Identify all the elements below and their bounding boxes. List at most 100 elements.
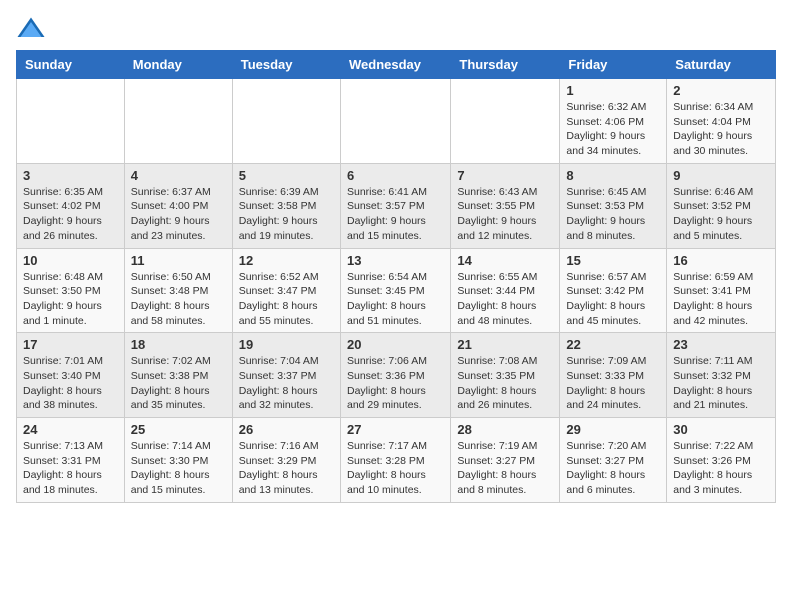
calendar-cell: 8 Sunrise: 6:45 AMSunset: 3:53 PMDaylight…: [560, 163, 667, 248]
logo-icon: [16, 16, 46, 40]
calendar-cell: 19Sunrise: 7:04 AMSunset: 3:37 PMDayligh…: [232, 333, 340, 418]
calendar-cell: 1 Sunrise: 6:32 AMSunset: 4:06 PMDaylight…: [560, 79, 667, 164]
day-info: Sunrise: 7:06 AMSunset: 3:36 PMDaylight:…: [347, 354, 444, 413]
day-info: Sunrise: 6:54 AMSunset: 3:45 PMDaylight:…: [347, 270, 444, 329]
day-number: 13: [347, 253, 444, 268]
day-number: 15: [566, 253, 660, 268]
calendar-table: SundayMondayTuesdayWednesdayThursdayFrid…: [16, 50, 776, 503]
day-info: Sunrise: 6:41 AMSunset: 3:57 PMDaylight:…: [347, 185, 444, 244]
calendar-cell: [124, 79, 232, 164]
calendar-cell: 12 Sunrise: 6:52 AMSunset: 3:47 PMDayligh…: [232, 248, 340, 333]
calendar-cell: 15Sunrise: 6:57 AMSunset: 3:42 PMDayligh…: [560, 248, 667, 333]
calendar-cell: 18 Sunrise: 7:02 AMSunset: 3:38 PMDayligh…: [124, 333, 232, 418]
day-number: 8: [566, 168, 660, 183]
day-number: 29: [566, 422, 660, 437]
day-number: 23: [673, 337, 769, 352]
day-number: 1: [566, 83, 660, 98]
logo: [16, 16, 50, 40]
day-info: Sunrise: 7:13 AMSunset: 3:31 PMDaylight:…: [23, 439, 118, 498]
calendar-cell: 30 Sunrise: 7:22 AMSunset: 3:26 PMDayligh…: [667, 418, 776, 503]
day-number: 22: [566, 337, 660, 352]
day-info: Sunrise: 7:22 AMSunset: 3:26 PMDaylight:…: [673, 439, 769, 498]
day-number: 10: [23, 253, 118, 268]
day-number: 26: [239, 422, 334, 437]
day-number: 4: [131, 168, 226, 183]
calendar-cell: 29 Sunrise: 7:20 AMSunset: 3:27 PMDayligh…: [560, 418, 667, 503]
day-number: 9: [673, 168, 769, 183]
weekday-header-row: SundayMondayTuesdayWednesdayThursdayFrid…: [17, 51, 776, 79]
weekday-header-thursday: Thursday: [451, 51, 560, 79]
day-info: Sunrise: 6:46 AMSunset: 3:52 PMDaylight:…: [673, 185, 769, 244]
calendar-cell: 21 Sunrise: 7:08 AMSunset: 3:35 PMDayligh…: [451, 333, 560, 418]
calendar-cell: 2 Sunrise: 6:34 AMSunset: 4:04 PMDaylight…: [667, 79, 776, 164]
day-number: 2: [673, 83, 769, 98]
day-info: Sunrise: 7:01 AMSunset: 3:40 PMDaylight:…: [23, 354, 118, 413]
calendar-cell: 17 Sunrise: 7:01 AMSunset: 3:40 PMDayligh…: [17, 333, 125, 418]
day-number: 11: [131, 253, 226, 268]
calendar-week-5: 24 Sunrise: 7:13 AMSunset: 3:31 PMDayligh…: [17, 418, 776, 503]
calendar-cell: 10 Sunrise: 6:48 AMSunset: 3:50 PMDayligh…: [17, 248, 125, 333]
calendar-cell: 24 Sunrise: 7:13 AMSunset: 3:31 PMDayligh…: [17, 418, 125, 503]
day-number: 16: [673, 253, 769, 268]
calendar-cell: 3 Sunrise: 6:35 AMSunset: 4:02 PMDaylight…: [17, 163, 125, 248]
calendar-cell: 23 Sunrise: 7:11 AMSunset: 3:32 PMDayligh…: [667, 333, 776, 418]
calendar-cell: [232, 79, 340, 164]
day-info: Sunrise: 6:59 AMSunset: 3:41 PMDaylight:…: [673, 270, 769, 329]
day-info: Sunrise: 6:55 AMSunset: 3:44 PMDaylight:…: [457, 270, 553, 329]
day-info: Sunrise: 6:34 AMSunset: 4:04 PMDaylight:…: [673, 100, 769, 159]
calendar-cell: [340, 79, 450, 164]
day-info: Sunrise: 6:32 AMSunset: 4:06 PMDaylight:…: [566, 100, 660, 159]
day-number: 7: [457, 168, 553, 183]
day-info: Sunrise: 6:52 AMSunset: 3:47 PMDaylight:…: [239, 270, 334, 329]
calendar-cell: 9 Sunrise: 6:46 AMSunset: 3:52 PMDaylight…: [667, 163, 776, 248]
day-number: 25: [131, 422, 226, 437]
calendar-cell: 16 Sunrise: 6:59 AMSunset: 3:41 PMDayligh…: [667, 248, 776, 333]
calendar-cell: 14Sunrise: 6:55 AMSunset: 3:44 PMDayligh…: [451, 248, 560, 333]
day-number: 5: [239, 168, 334, 183]
calendar-cell: 25Sunrise: 7:14 AMSunset: 3:30 PMDayligh…: [124, 418, 232, 503]
calendar-cell: 22 Sunrise: 7:09 AMSunset: 3:33 PMDayligh…: [560, 333, 667, 418]
calendar-week-3: 10 Sunrise: 6:48 AMSunset: 3:50 PMDayligh…: [17, 248, 776, 333]
day-number: 12: [239, 253, 334, 268]
day-info: Sunrise: 7:16 AMSunset: 3:29 PMDaylight:…: [239, 439, 334, 498]
calendar-cell: 27 Sunrise: 7:17 AMSunset: 3:28 PMDayligh…: [340, 418, 450, 503]
day-info: Sunrise: 7:02 AMSunset: 3:38 PMDaylight:…: [131, 354, 226, 413]
day-info: Sunrise: 7:20 AMSunset: 3:27 PMDaylight:…: [566, 439, 660, 498]
day-info: Sunrise: 6:37 AMSunset: 4:00 PMDaylight:…: [131, 185, 226, 244]
day-number: 6: [347, 168, 444, 183]
calendar-cell: 7 Sunrise: 6:43 AMSunset: 3:55 PMDaylight…: [451, 163, 560, 248]
weekday-header-friday: Friday: [560, 51, 667, 79]
calendar-cell: 6 Sunrise: 6:41 AMSunset: 3:57 PMDaylight…: [340, 163, 450, 248]
calendar-cell: 5 Sunrise: 6:39 AMSunset: 3:58 PMDaylight…: [232, 163, 340, 248]
day-info: Sunrise: 6:45 AMSunset: 3:53 PMDaylight:…: [566, 185, 660, 244]
day-number: 24: [23, 422, 118, 437]
calendar-cell: 26 Sunrise: 7:16 AMSunset: 3:29 PMDayligh…: [232, 418, 340, 503]
calendar-week-2: 3 Sunrise: 6:35 AMSunset: 4:02 PMDaylight…: [17, 163, 776, 248]
day-number: 3: [23, 168, 118, 183]
day-info: Sunrise: 6:35 AMSunset: 4:02 PMDaylight:…: [23, 185, 118, 244]
day-info: Sunrise: 7:17 AMSunset: 3:28 PMDaylight:…: [347, 439, 444, 498]
day-info: Sunrise: 7:09 AMSunset: 3:33 PMDaylight:…: [566, 354, 660, 413]
calendar-cell: [451, 79, 560, 164]
day-number: 27: [347, 422, 444, 437]
day-info: Sunrise: 6:39 AMSunset: 3:58 PMDaylight:…: [239, 185, 334, 244]
day-info: Sunrise: 6:43 AMSunset: 3:55 PMDaylight:…: [457, 185, 553, 244]
day-number: 30: [673, 422, 769, 437]
calendar-cell: 28Sunrise: 7:19 AMSunset: 3:27 PMDayligh…: [451, 418, 560, 503]
weekday-header-wednesday: Wednesday: [340, 51, 450, 79]
page-header: [16, 16, 776, 40]
calendar-cell: 20 Sunrise: 7:06 AMSunset: 3:36 PMDayligh…: [340, 333, 450, 418]
calendar-cell: 13 Sunrise: 6:54 AMSunset: 3:45 PMDayligh…: [340, 248, 450, 333]
weekday-header-saturday: Saturday: [667, 51, 776, 79]
day-number: 21: [457, 337, 553, 352]
day-number: 28: [457, 422, 553, 437]
day-number: 20: [347, 337, 444, 352]
day-info: Sunrise: 6:50 AMSunset: 3:48 PMDaylight:…: [131, 270, 226, 329]
day-info: Sunrise: 7:08 AMSunset: 3:35 PMDaylight:…: [457, 354, 553, 413]
weekday-header-monday: Monday: [124, 51, 232, 79]
day-number: 18: [131, 337, 226, 352]
day-info: Sunrise: 6:48 AMSunset: 3:50 PMDaylight:…: [23, 270, 118, 329]
day-info: Sunrise: 7:11 AMSunset: 3:32 PMDaylight:…: [673, 354, 769, 413]
weekday-header-tuesday: Tuesday: [232, 51, 340, 79]
day-number: 17: [23, 337, 118, 352]
